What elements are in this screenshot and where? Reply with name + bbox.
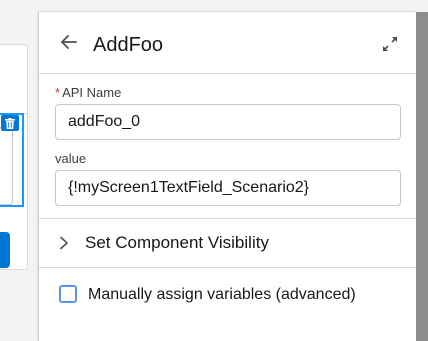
- canvas-action-button[interactable]: [0, 232, 10, 268]
- selected-component-preview: [0, 127, 13, 205]
- trash-icon[interactable]: [1, 115, 19, 131]
- app-stage: AddFoo *API Name value: [0, 0, 428, 341]
- panel-header: AddFoo: [39, 12, 417, 74]
- api-name-label: * API Name: [55, 85, 121, 101]
- api-name-label-text: API Name: [62, 85, 122, 100]
- properties-panel: AddFoo *API Name value: [38, 12, 417, 341]
- required-marker: *: [55, 85, 61, 100]
- section-divider: [39, 267, 417, 268]
- top-bar: [0, 0, 416, 12]
- page-scrollbar[interactable]: [416, 12, 428, 341]
- panel-title: AddFoo: [93, 34, 164, 56]
- scrollbar-top-cap: [416, 0, 428, 12]
- set-component-visibility-label: Set Component Visibility: [85, 233, 269, 252]
- arrow-left-icon[interactable]: [59, 32, 79, 52]
- manual-assign-label[interactable]: Manually assign variables (advanced): [88, 285, 356, 305]
- manual-assign-checkbox[interactable]: [59, 285, 77, 303]
- api-name-input[interactable]: [55, 104, 401, 140]
- flow-canvas[interactable]: [0, 0, 38, 341]
- value-label: value: [55, 151, 87, 166]
- expand-icon[interactable]: [381, 35, 399, 53]
- set-component-visibility-toggle[interactable]: Set Component Visibility: [39, 219, 417, 267]
- value-input[interactable]: [55, 170, 401, 206]
- chevron-right-icon: [57, 236, 71, 250]
